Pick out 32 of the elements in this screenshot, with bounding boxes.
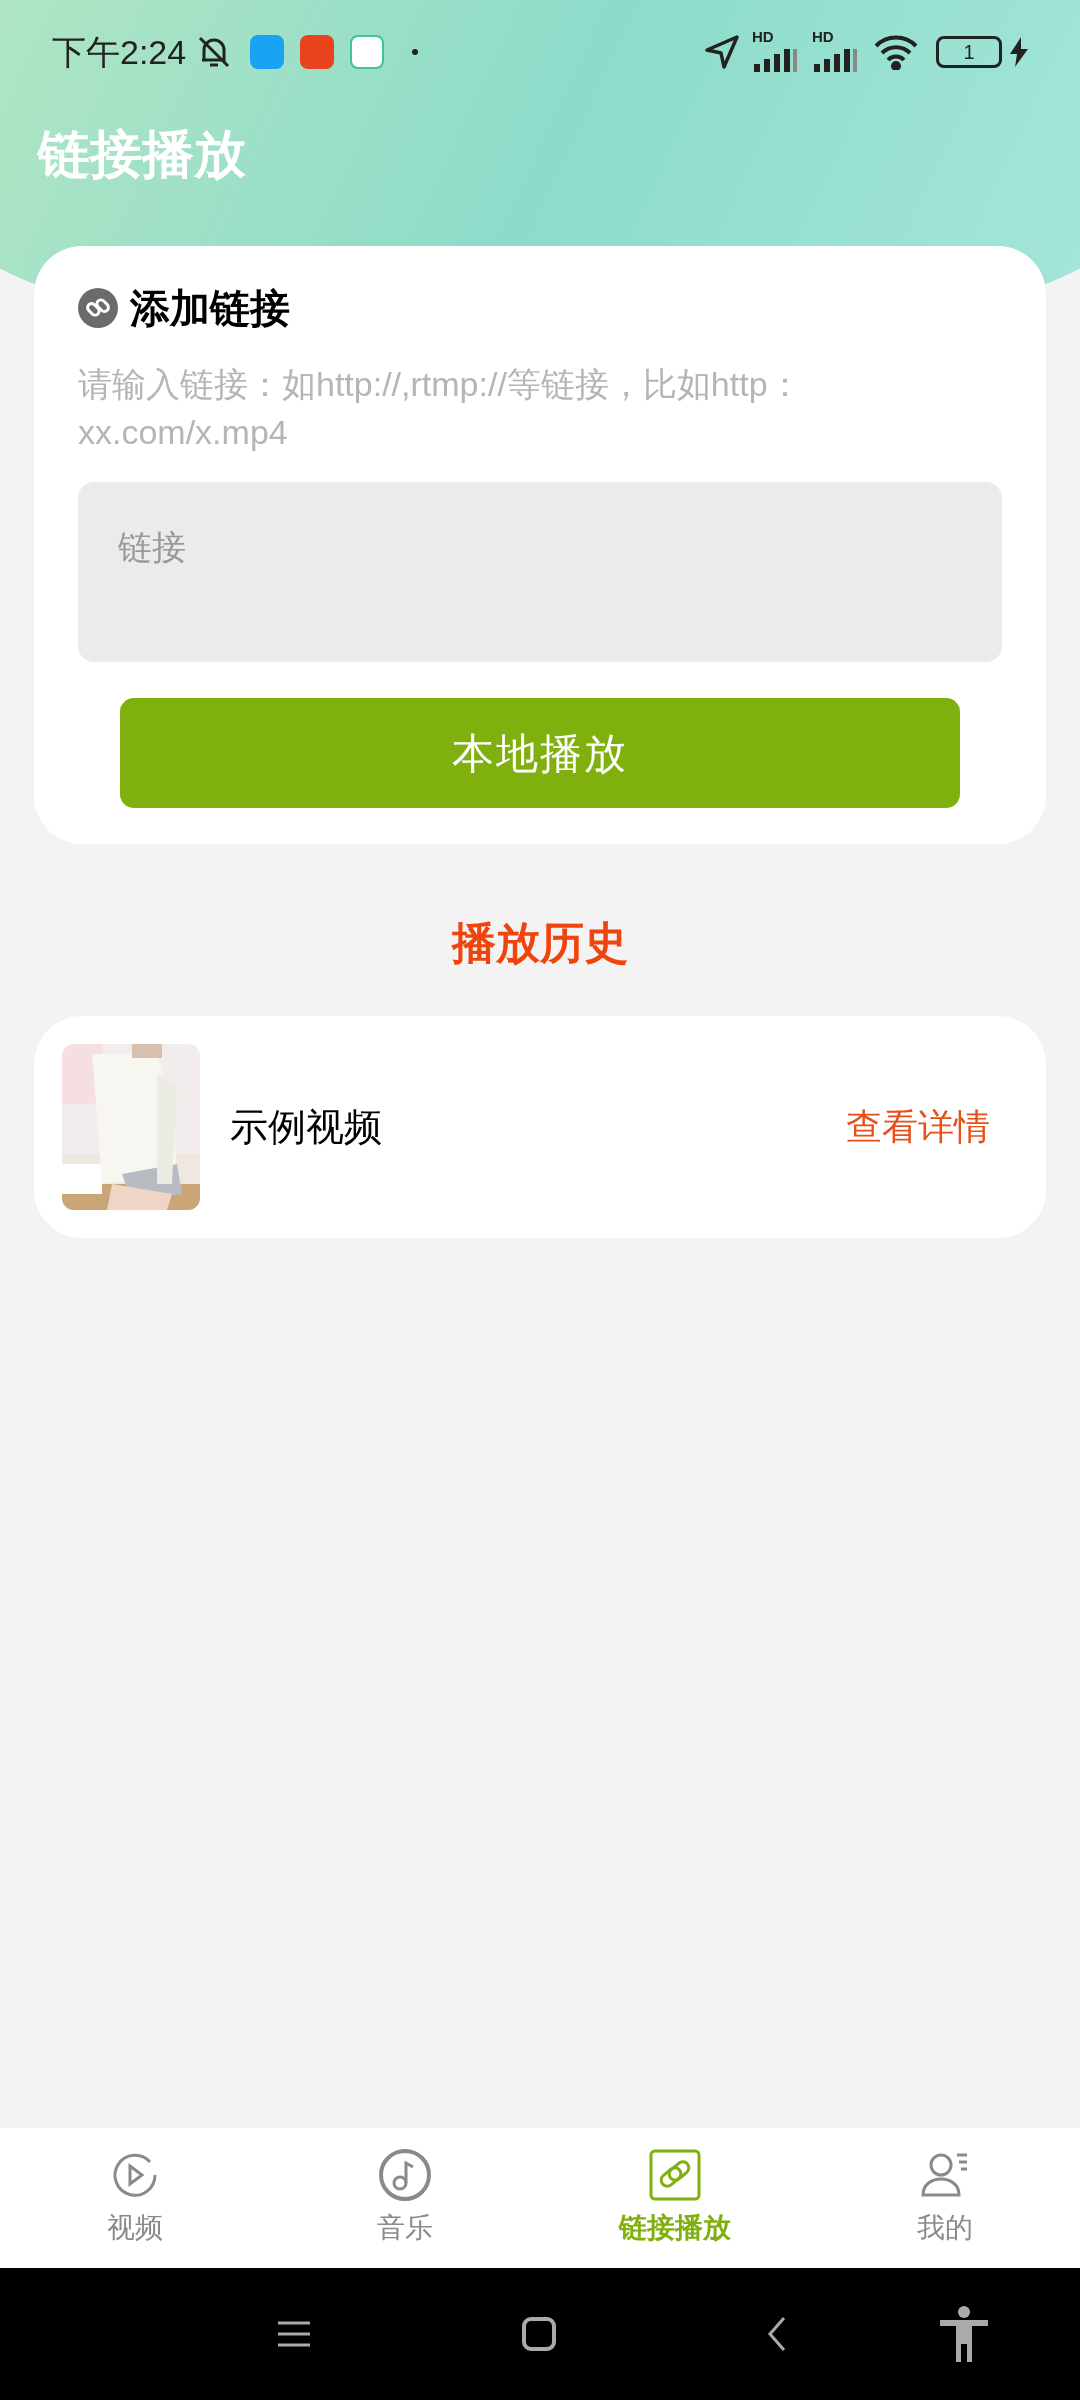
back-icon[interactable] bbox=[766, 2316, 788, 2352]
accessibility-icon[interactable] bbox=[938, 2306, 990, 2362]
menu-icon[interactable] bbox=[278, 2321, 310, 2347]
app-icon bbox=[250, 35, 285, 69]
history-item[interactable]: 示例视频 查看详情 bbox=[34, 1016, 1046, 1238]
wifi-icon bbox=[872, 34, 920, 70]
app-icon bbox=[350, 35, 385, 69]
signal-icon bbox=[814, 48, 858, 72]
music-note-icon bbox=[377, 2147, 433, 2203]
signal-label: HD bbox=[812, 27, 834, 47]
card-title: 添加链接 bbox=[130, 285, 290, 332]
charging-bolt-icon bbox=[1010, 37, 1028, 67]
video-title: 示例视频 bbox=[230, 1104, 383, 1150]
nav-tab[interactable]: 我的 bbox=[810, 2128, 1080, 2268]
link-icon bbox=[647, 2147, 703, 2203]
home-icon[interactable] bbox=[522, 2317, 556, 2351]
signal-label: HD bbox=[752, 27, 774, 47]
status-time: 下午2:24 bbox=[52, 31, 187, 73]
history-title: 播放历史 bbox=[452, 917, 628, 969]
nav-tab[interactable]: 音乐 bbox=[270, 2128, 540, 2268]
local-play-button[interactable]: 本地播放 bbox=[120, 698, 960, 808]
link-hint: 请输入链接：如http://,rtmp://等链接，比如http：xx.com/x.mp4 bbox=[78, 364, 803, 453]
battery-icon: 1 bbox=[936, 36, 1002, 68]
signal-icon bbox=[754, 48, 798, 72]
link-icon bbox=[78, 288, 118, 328]
link-input[interactable]: 链接 bbox=[78, 482, 1002, 662]
location-arrow-icon bbox=[704, 34, 740, 70]
view-details-link[interactable]: 查看详情 bbox=[846, 1100, 990, 1154]
app-icon bbox=[300, 35, 335, 69]
nav-tab[interactable]: 链接播放 bbox=[540, 2128, 810, 2268]
page-title: 链接播放 bbox=[35, 128, 247, 180]
nav-tab[interactable]: 视频 bbox=[0, 2128, 270, 2268]
